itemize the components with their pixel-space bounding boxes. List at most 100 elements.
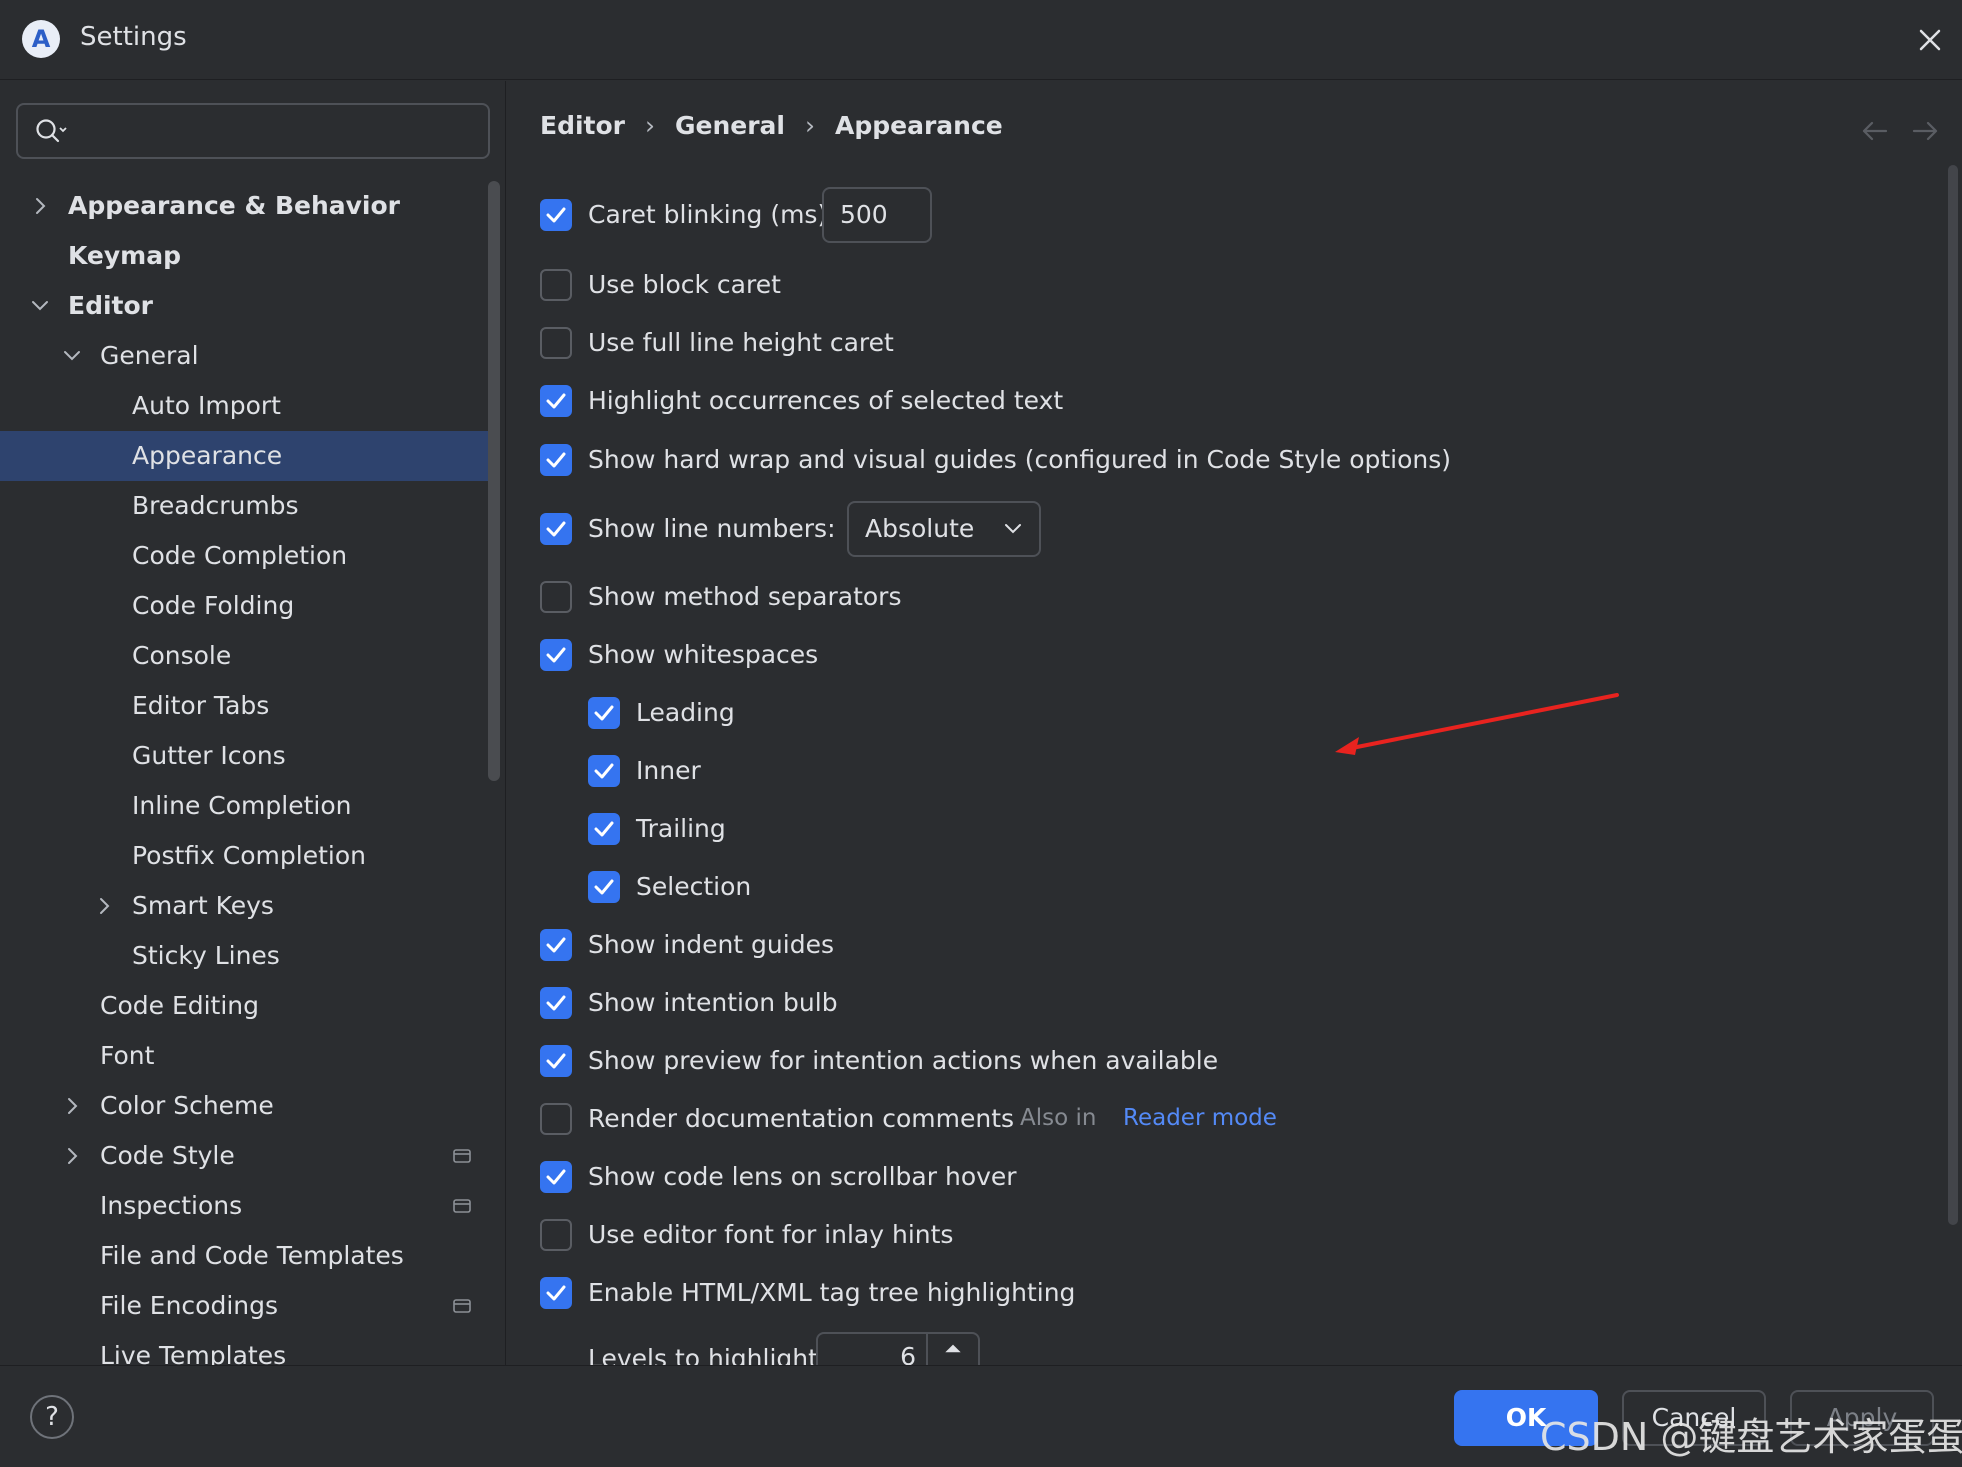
checkmark-icon: [594, 763, 614, 779]
back-arrow-icon[interactable]: [1862, 121, 1888, 141]
hard-wrap-checkbox[interactable]: [540, 444, 572, 476]
chevron-down-icon: [1005, 524, 1021, 534]
help-icon[interactable]: ?: [30, 1395, 74, 1439]
indent-guides-checkbox[interactable]: [540, 929, 572, 961]
search-input[interactable]: [80, 111, 480, 151]
sidebar-item-breadcrumbs[interactable]: Breadcrumbs: [0, 481, 490, 531]
annotation-arrow-icon: [1335, 693, 1619, 755]
sidebar-item-label: Inline Completion: [132, 791, 352, 820]
sidebar-item-label: General: [100, 341, 199, 370]
sidebar-item-editor[interactable]: Editor: [0, 281, 490, 331]
editor-font-inlay-label: Use editor font for inlay hints: [588, 1220, 954, 1249]
sidebar-item-inspections[interactable]: Inspections: [0, 1181, 490, 1231]
reader-mode-link[interactable]: Reader mode: [1123, 1105, 1277, 1131]
sidebar-item-label: Font: [100, 1041, 155, 1070]
forward-arrow-icon[interactable]: [1912, 121, 1938, 141]
sidebar-item-appearance[interactable]: Appearance: [0, 431, 490, 481]
line-numbers-label: Show line numbers:: [588, 514, 836, 543]
method-separators-checkbox[interactable]: [540, 581, 572, 613]
sidebar-item-sticky-lines[interactable]: Sticky Lines: [0, 931, 490, 981]
breadcrumb: Editor › General › Appearance: [540, 111, 1003, 140]
sidebar-item-code-completion[interactable]: Code Completion: [0, 531, 490, 581]
sidebar-item-postfix-completion[interactable]: Postfix Completion: [0, 831, 490, 881]
inner-label: Inner: [636, 756, 701, 785]
preview-intentions-checkbox[interactable]: [540, 1045, 572, 1077]
trailing-label: Trailing: [636, 814, 726, 843]
sidebar-item-keymap[interactable]: Keymap: [0, 231, 490, 281]
sidebar-item-file-and-code-templates[interactable]: File and Code Templates: [0, 1231, 490, 1281]
highlight-occurrences-label: Highlight occurrences of selected text: [588, 386, 1064, 415]
chevron-right-icon[interactable]: [62, 1146, 82, 1166]
sidebar-item-label: Live Templates: [100, 1341, 287, 1365]
search-icon[interactable]: [34, 117, 68, 147]
sidebar-item-code-folding[interactable]: Code Folding: [0, 581, 490, 631]
highlight-occurrences-checkbox[interactable]: [540, 385, 572, 417]
sidebar-item-label: File Encodings: [100, 1291, 279, 1320]
sidebar-item-live-templates[interactable]: Live Templates: [0, 1331, 490, 1365]
code-lens-checkbox[interactable]: [540, 1161, 572, 1193]
chevron-down-icon[interactable]: [62, 346, 82, 366]
line-numbers-dropdown[interactable]: Absolute: [847, 501, 1041, 557]
sidebar-item-gutter-icons[interactable]: Gutter Icons: [0, 731, 490, 781]
tag-tree-checkbox[interactable]: [540, 1277, 572, 1309]
chevron-down-icon[interactable]: [30, 296, 50, 316]
sidebar-item-label: Auto Import: [132, 391, 281, 420]
block-caret-label: Use block caret: [588, 270, 781, 299]
chevron-right-icon[interactable]: [94, 896, 114, 916]
caret-blinking-ms-input[interactable]: 500: [822, 187, 932, 243]
inner-checkbox[interactable]: [588, 755, 620, 787]
sidebar-item-label: Code Editing: [100, 991, 260, 1020]
render-docs-checkbox[interactable]: [540, 1103, 572, 1135]
sidebar-scrollbar[interactable]: [488, 181, 500, 781]
sidebar-item-file-encodings[interactable]: File Encodings: [0, 1281, 490, 1331]
trailing-checkbox[interactable]: [588, 813, 620, 845]
breadcrumb-editor[interactable]: Editor: [540, 111, 625, 140]
method-separators-label: Show method separators: [588, 582, 902, 611]
checkmark-icon: [594, 879, 614, 895]
sidebar-item-general[interactable]: General: [0, 331, 490, 381]
indent-guides-label: Show indent guides: [588, 930, 834, 959]
sidebar-item-auto-import[interactable]: Auto Import: [0, 381, 490, 431]
editor-font-inlay-checkbox[interactable]: [540, 1219, 572, 1251]
breadcrumb-general[interactable]: General: [675, 111, 785, 140]
chevron-right-icon[interactable]: [30, 196, 50, 216]
checkmark-icon: [546, 937, 566, 953]
content-scrollbar[interactable]: [1948, 165, 1958, 1225]
sidebar-item-font[interactable]: Font: [0, 1031, 490, 1081]
sidebar-item-smart-keys[interactable]: Smart Keys: [0, 881, 490, 931]
spinner-up-icon[interactable]: [926, 1334, 978, 1365]
whitespaces-checkbox[interactable]: [540, 639, 572, 671]
checkmark-icon: [546, 1169, 566, 1185]
reader-mode-hint: Also in: [1020, 1105, 1097, 1131]
sidebar-item-label: Sticky Lines: [132, 941, 280, 970]
sidebar-item-inline-completion[interactable]: Inline Completion: [0, 781, 490, 831]
selection-checkbox[interactable]: [588, 871, 620, 903]
settings-tree: Appearance & Behavior Keymap Editor General…: [0, 181, 490, 1365]
sidebar-item-label: Console: [132, 641, 232, 670]
sidebar-item-label: Keymap: [68, 241, 182, 270]
block-caret-checkbox[interactable]: [540, 269, 572, 301]
levels-spinner[interactable]: 6: [816, 1332, 980, 1365]
whitespaces-label: Show whitespaces: [588, 640, 819, 669]
leading-checkbox[interactable]: [588, 697, 620, 729]
caret-blinking-checkbox[interactable]: [540, 199, 572, 231]
sidebar-item-code-style[interactable]: Code Style: [0, 1131, 490, 1181]
sidebar-item-label: Editor: [68, 291, 153, 320]
intention-bulb-checkbox[interactable]: [540, 987, 572, 1019]
sidebar-item-code-editing[interactable]: Code Editing: [0, 981, 490, 1031]
render-docs-option[interactable]: Render documentation comments Also in Re…: [540, 1099, 1340, 1139]
sidebar-item-label: Appearance: [132, 441, 283, 470]
close-icon[interactable]: [1908, 18, 1952, 62]
sidebar-item-appearance-behavior[interactable]: Appearance & Behavior: [0, 181, 490, 231]
chevron-right-icon[interactable]: [62, 1096, 82, 1116]
sidebar-item-color-scheme[interactable]: Color Scheme: [0, 1081, 490, 1131]
settings-search-box[interactable]: [16, 103, 490, 159]
hard-wrap-label: Show hard wrap and visual guides (config…: [588, 445, 1452, 474]
history-nav: [1862, 121, 1938, 141]
line-numbers-checkbox[interactable]: [540, 513, 572, 545]
full-line-caret-checkbox[interactable]: [540, 327, 572, 359]
sidebar-item-editor-tabs[interactable]: Editor Tabs: [0, 681, 490, 731]
intention-bulb-label: Show intention bulb: [588, 988, 838, 1017]
sidebar-item-console[interactable]: Console: [0, 631, 490, 681]
dialog-footer: ? OK Cancel Apply CSDN @键盘艺术家蛋蛋: [0, 1365, 1962, 1467]
